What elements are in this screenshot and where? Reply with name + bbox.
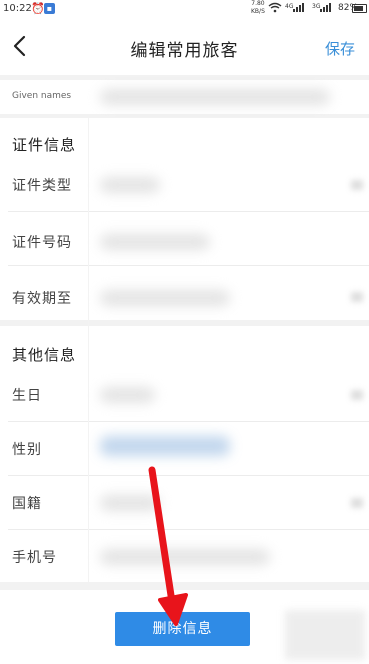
given-names-value	[100, 89, 330, 105]
chevron-right-icon	[351, 292, 363, 302]
label-divider	[88, 118, 89, 582]
given-names-label: Given names	[12, 91, 72, 101]
status-time: 10:22	[3, 3, 32, 14]
other-info-title: 其他信息	[12, 346, 77, 364]
net-speed-value: 7.80	[251, 0, 265, 7]
other-info-section: 其他信息 生日 性别 国籍 手机号	[0, 326, 369, 582]
page-title: 编辑常用旅客	[130, 41, 239, 61]
save-button[interactable]: 保存	[325, 38, 355, 59]
app-notification-icon: ▪	[44, 3, 55, 14]
wifi-icon	[268, 2, 282, 16]
phone-label: 手机号	[12, 550, 57, 566]
expiry-date-label: 有效期至	[12, 291, 72, 307]
nationality-value	[100, 495, 160, 511]
gender-value	[100, 436, 230, 456]
id-type-row[interactable]: 证件类型	[0, 158, 369, 212]
signal-3g-icon: 3G	[312, 3, 332, 15]
chevron-right-icon	[351, 390, 363, 400]
expiry-date-value	[100, 290, 230, 306]
id-type-label: 证件类型	[12, 178, 72, 194]
id-info-title: 证件信息	[12, 136, 77, 154]
given-names-row[interactable]: Given names	[0, 80, 369, 114]
nav-header: 编辑常用旅客 保存	[0, 20, 369, 75]
id-number-label: 证件号码	[12, 235, 72, 251]
id-type-value	[100, 177, 160, 193]
watermark-blur	[285, 610, 365, 660]
chevron-right-icon	[351, 180, 363, 190]
status-bar: 10:22 ⏰ ▪ 7.80 KB/S 4G 3G 82%	[0, 0, 369, 20]
id-number-value	[100, 234, 210, 250]
phone-value	[100, 549, 270, 565]
birthday-row[interactable]: 生日	[0, 368, 369, 422]
delete-info-button[interactable]: 删除信息	[115, 612, 250, 646]
id-number-row[interactable]: 证件号码	[0, 212, 369, 266]
gender-label: 性别	[12, 442, 42, 458]
net-speed-unit: KB/S	[251, 8, 265, 15]
gender-row[interactable]: 性别	[0, 422, 369, 476]
birthday-label: 生日	[12, 388, 42, 404]
nationality-label: 国籍	[12, 496, 42, 512]
name-section: Given names	[0, 80, 369, 114]
net-speed: 7.80 KB/S	[251, 0, 265, 16]
alarm-icon: ⏰	[31, 2, 45, 15]
birthday-value	[100, 387, 155, 403]
signal-4g-icon: 4G	[285, 3, 305, 15]
nationality-row[interactable]: 国籍	[0, 476, 369, 530]
chevron-right-icon	[351, 498, 363, 508]
phone-row[interactable]: 手机号	[0, 530, 369, 584]
id-info-section: 证件信息 证件类型 证件号码 有效期至	[0, 118, 369, 320]
battery-icon	[352, 4, 367, 13]
expiry-date-row[interactable]: 有效期至	[0, 266, 369, 320]
